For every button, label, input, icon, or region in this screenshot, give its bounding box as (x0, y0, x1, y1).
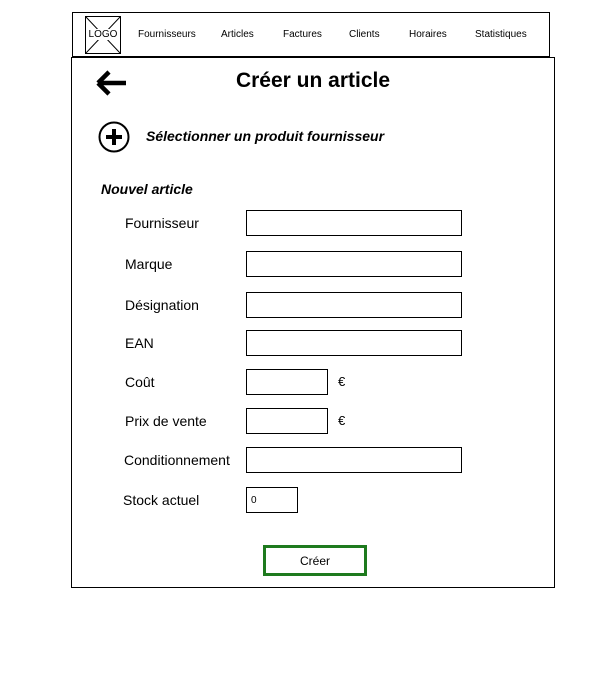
label-cout: Coût (125, 374, 155, 390)
create-button[interactable]: Créer (263, 545, 367, 576)
label-designation: Désignation (125, 297, 199, 313)
cout-currency: € (338, 374, 346, 389)
prix-de-vente-currency: € (338, 413, 346, 428)
stock-actuel-input[interactable] (246, 487, 298, 513)
ean-input[interactable] (246, 330, 462, 356)
conditionnement-input[interactable] (246, 447, 462, 473)
section-title: Nouvel article (101, 181, 193, 197)
marque-input[interactable] (246, 251, 462, 277)
fournisseur-input[interactable] (246, 210, 462, 236)
label-fournisseur: Fournisseur (125, 215, 199, 231)
label-conditionnement: Conditionnement (124, 452, 230, 468)
select-product-button[interactable] (98, 121, 130, 153)
nav-item-fournisseurs[interactable]: Fournisseurs (138, 29, 196, 40)
logo[interactable]: LOGO (85, 16, 121, 54)
label-stock-actuel: Stock actuel (123, 492, 200, 508)
nav-item-clients[interactable]: Clients (349, 29, 380, 40)
nav-item-factures[interactable]: Factures (283, 29, 322, 40)
create-article-panel: Créer un article Sélectionner un produit… (71, 57, 555, 588)
top-navbar: LOGO Fournisseurs Articles Factures Clie… (72, 12, 550, 57)
logo-text: LOGO (87, 29, 119, 40)
prix-de-vente-input[interactable] (246, 408, 328, 434)
label-prix-de-vente: Prix de vente (125, 413, 207, 429)
plus-circle-icon (98, 121, 130, 153)
designation-input[interactable] (246, 292, 462, 318)
page-title: Créer un article (235, 69, 391, 92)
cout-input[interactable] (246, 369, 328, 395)
nav-item-articles[interactable]: Articles (221, 29, 254, 40)
nav-item-statistiques[interactable]: Statistiques (475, 29, 527, 40)
select-product-link[interactable]: Sélectionner un produit fournisseur (146, 128, 384, 144)
nav-item-horaires[interactable]: Horaires (409, 29, 447, 40)
label-ean: EAN (125, 335, 154, 351)
label-marque: Marque (125, 256, 173, 272)
